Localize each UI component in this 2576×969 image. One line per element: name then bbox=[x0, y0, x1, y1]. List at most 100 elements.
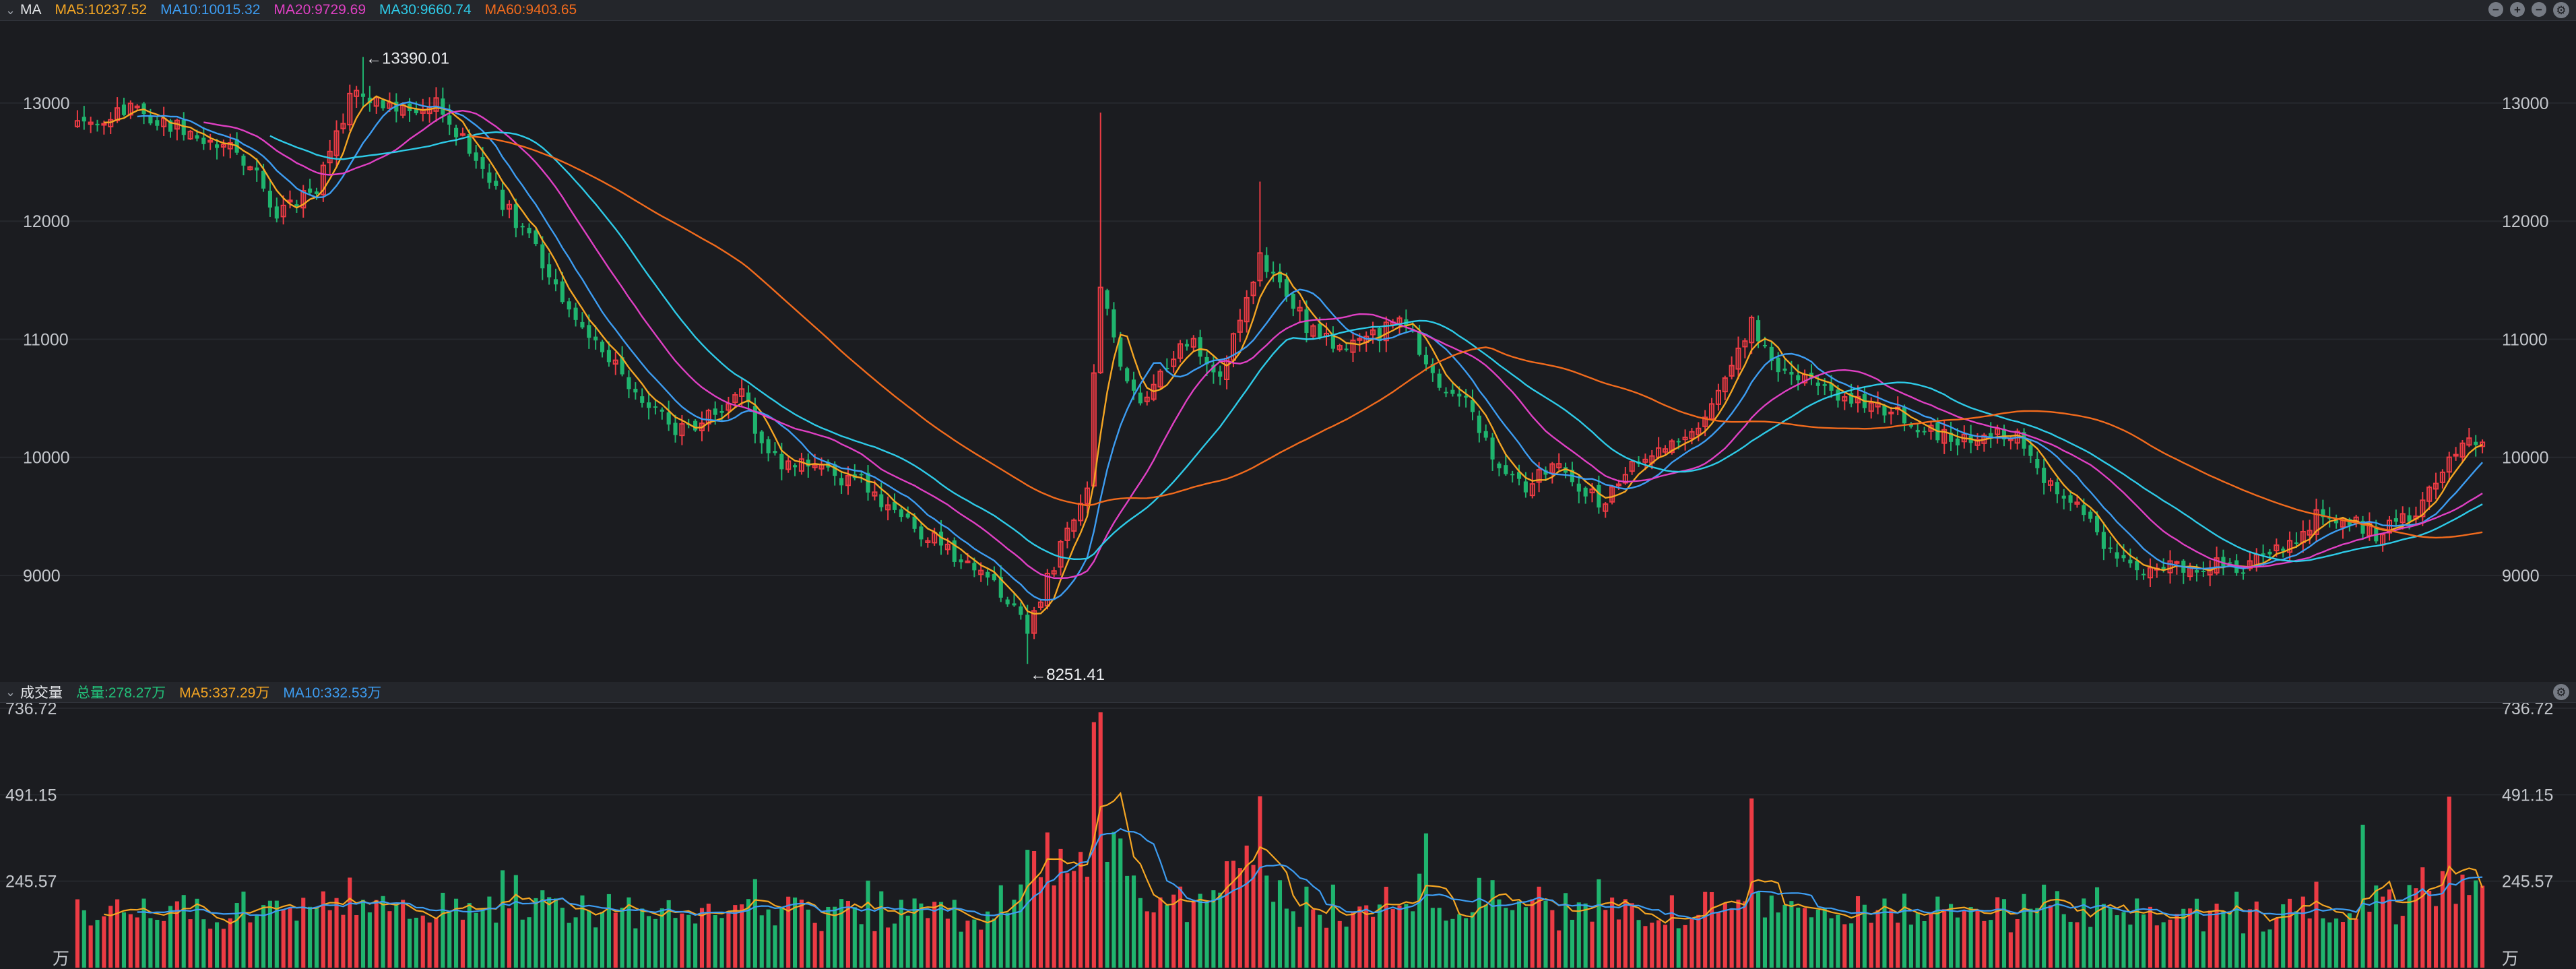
volume-bar-down[interactable] bbox=[1437, 908, 1442, 968]
volume-bar-down[interactable] bbox=[626, 897, 631, 968]
candle-down[interactable] bbox=[155, 120, 160, 126]
volume-bar-down[interactable] bbox=[1789, 901, 1794, 968]
volume-bar-down[interactable] bbox=[1277, 880, 1283, 968]
candle-down[interactable] bbox=[779, 454, 784, 470]
candle-down[interactable] bbox=[1291, 293, 1295, 309]
volume-bar-down[interactable] bbox=[972, 919, 977, 968]
volume-bar-down[interactable] bbox=[2161, 922, 2166, 968]
candle-down[interactable] bbox=[2055, 482, 2059, 495]
volume-bar-down[interactable] bbox=[779, 908, 784, 968]
candle-down[interactable] bbox=[501, 189, 505, 210]
volume-bar-up[interactable] bbox=[2008, 932, 2013, 968]
volume-bar-down[interactable] bbox=[255, 915, 259, 968]
candle-up[interactable] bbox=[459, 133, 465, 136]
volume-bar-up[interactable] bbox=[2148, 906, 2153, 968]
candle-down[interactable] bbox=[560, 281, 565, 303]
volume-bar-down[interactable] bbox=[214, 922, 220, 968]
candle-down[interactable] bbox=[447, 115, 452, 125]
volume-bar-down[interactable] bbox=[1756, 892, 1761, 968]
volume-bar-down[interactable] bbox=[2108, 908, 2113, 968]
candle-down[interactable] bbox=[2082, 505, 2086, 515]
volume-bar-up[interactable] bbox=[812, 923, 817, 968]
volume-bar-down[interactable] bbox=[892, 923, 897, 968]
volume-bar-up[interactable] bbox=[102, 916, 106, 968]
volume-bar-up[interactable] bbox=[128, 914, 133, 968]
volume-bar-up[interactable] bbox=[1237, 868, 1242, 968]
volume-bar-down[interactable] bbox=[693, 923, 698, 968]
candle-down[interactable] bbox=[480, 157, 485, 169]
volume-bar-up[interactable] bbox=[1357, 906, 1362, 968]
volume-bar-down[interactable] bbox=[1218, 892, 1223, 968]
volume-bar-down[interactable] bbox=[181, 895, 186, 968]
candle-down[interactable] bbox=[1198, 337, 1202, 357]
volume-bar-up[interactable] bbox=[2453, 904, 2458, 968]
candle-down[interactable] bbox=[1523, 481, 1528, 493]
volume-bar-down[interactable] bbox=[2347, 913, 2352, 968]
volume-bar-down[interactable] bbox=[1902, 894, 1907, 968]
volume-bar-down[interactable] bbox=[82, 910, 86, 968]
candle-down[interactable] bbox=[1417, 332, 1422, 355]
volume-bar-down[interactable] bbox=[121, 912, 127, 968]
candle-down[interactable] bbox=[693, 420, 698, 431]
volume-bar-up[interactable] bbox=[2314, 881, 2319, 968]
volume-bar-up[interactable] bbox=[2188, 908, 2193, 968]
volume-bar-up[interactable] bbox=[354, 914, 359, 968]
volume-bar-down[interactable] bbox=[600, 912, 605, 968]
volume-bar-up[interactable] bbox=[1258, 796, 1262, 968]
candle-down[interactable] bbox=[1012, 603, 1017, 606]
candle-down[interactable] bbox=[1796, 375, 1801, 381]
volume-bar-down[interactable] bbox=[1915, 912, 1920, 968]
volume-bar-down[interactable] bbox=[647, 916, 651, 968]
volume-bar-down[interactable] bbox=[308, 906, 313, 968]
candle-up[interactable] bbox=[965, 560, 971, 563]
candle-up[interactable] bbox=[207, 139, 214, 143]
volume-bar-up[interactable] bbox=[334, 898, 339, 968]
volume-bar-up[interactable] bbox=[1151, 912, 1156, 968]
add-indicator-icon[interactable]: + bbox=[2510, 2, 2525, 17]
volume-bar-down[interactable] bbox=[168, 906, 173, 968]
volume-bar-up[interactable] bbox=[348, 877, 352, 968]
volume-bar-up[interactable] bbox=[733, 905, 738, 968]
volume-bar-up[interactable] bbox=[2307, 918, 2312, 968]
volume-bar-up[interactable] bbox=[1962, 910, 1966, 968]
volume-bar-down[interactable] bbox=[2035, 908, 2040, 968]
volume-bar-up[interactable] bbox=[945, 918, 950, 968]
volume-bar-down[interactable] bbox=[2042, 884, 2047, 968]
volume-bar-up[interactable] bbox=[75, 899, 79, 968]
candle-down[interactable] bbox=[2042, 468, 2047, 483]
volume-bar-up[interactable] bbox=[1603, 910, 1608, 968]
volume-bar-down[interactable] bbox=[919, 903, 924, 968]
volume-bar-up[interactable] bbox=[327, 910, 332, 968]
volume-bar-down[interactable] bbox=[1125, 875, 1130, 968]
gear-icon[interactable]: ⚙ bbox=[2553, 684, 2569, 700]
volume-bar-down[interactable] bbox=[1284, 908, 1289, 968]
candle-down[interactable] bbox=[1789, 371, 1794, 375]
volume-bar-up[interactable] bbox=[819, 931, 824, 968]
volume-bar-down[interactable] bbox=[2061, 914, 2066, 968]
volume-bar-down[interactable] bbox=[148, 918, 153, 968]
candle-down[interactable] bbox=[2121, 555, 2126, 559]
volume-bar-down[interactable] bbox=[1344, 927, 1349, 968]
volume-bar-down[interactable] bbox=[2128, 925, 2133, 968]
volume-bar-up[interactable] bbox=[162, 920, 166, 968]
volume-bar-down[interactable] bbox=[1782, 904, 1787, 968]
candle-down[interactable] bbox=[381, 100, 385, 108]
volume-bar-down[interactable] bbox=[1776, 912, 1780, 968]
candle-down[interactable] bbox=[1437, 373, 1442, 388]
volume-bar-down[interactable] bbox=[2393, 924, 2398, 968]
volume-bar-down[interactable] bbox=[155, 919, 160, 968]
volume-bar-up[interactable] bbox=[1942, 909, 1947, 968]
volume-bar-down[interactable] bbox=[474, 912, 478, 968]
candle-down[interactable] bbox=[527, 228, 532, 234]
volume-bar-up[interactable] bbox=[886, 927, 891, 968]
volume-bar-down[interactable] bbox=[480, 908, 485, 968]
volume-bar-up[interactable] bbox=[845, 900, 851, 968]
volume-bar-down[interactable] bbox=[501, 870, 505, 968]
remove-indicator-icon[interactable]: − bbox=[2532, 2, 2546, 17]
volume-bar-up[interactable] bbox=[1669, 895, 1674, 968]
candle-down[interactable] bbox=[82, 117, 86, 122]
volume-bar-down[interactable] bbox=[952, 900, 957, 968]
volume-bar-down[interactable] bbox=[2055, 891, 2059, 968]
candle-down[interactable] bbox=[1344, 348, 1349, 350]
volume-bar-down[interactable] bbox=[2095, 887, 2100, 968]
